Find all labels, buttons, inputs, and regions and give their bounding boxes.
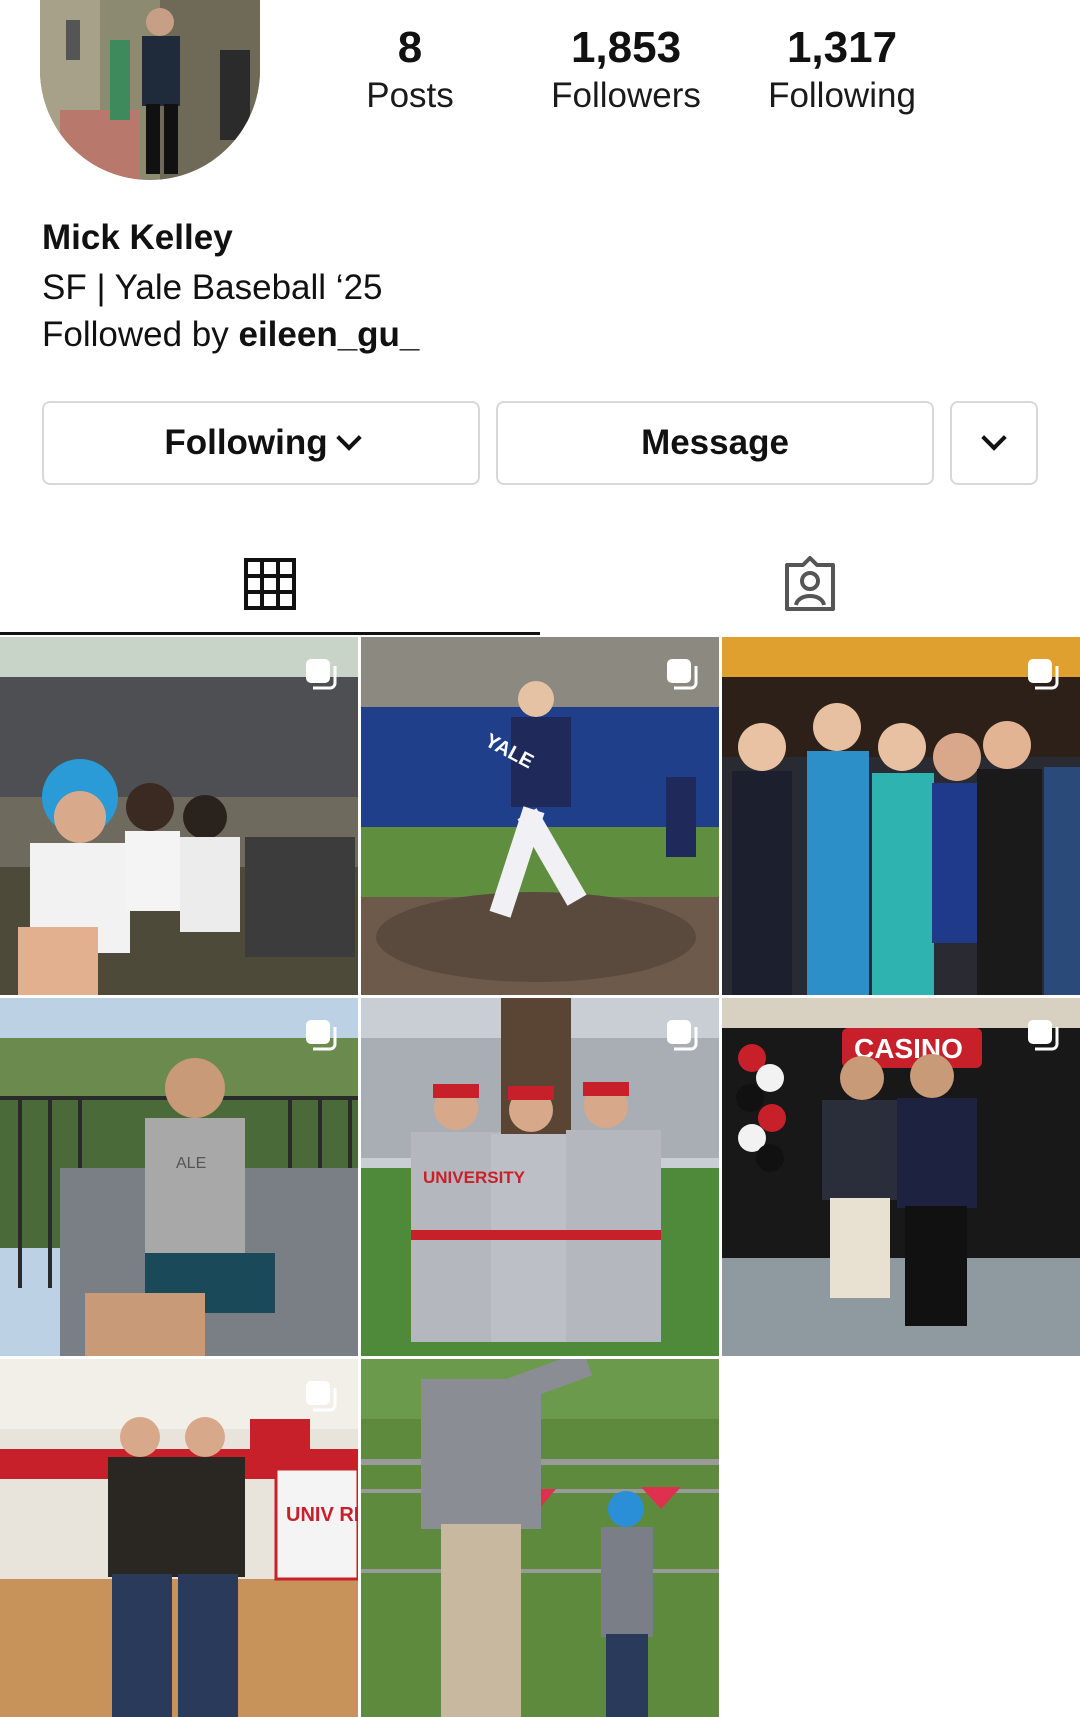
post-thumbnail[interactable]: ALE <box>0 998 358 1356</box>
post-thumbnail[interactable] <box>0 637 358 995</box>
tagged-person-icon <box>785 556 835 611</box>
post-thumbnail[interactable]: YALE <box>361 637 719 995</box>
tab-tagged[interactable] <box>540 536 1080 632</box>
post-overlay-text: ALE <box>176 1155 206 1172</box>
posts-count[interactable]: 8 Posts <box>355 22 465 118</box>
post-overlay-text: UNIV RED <box>286 1504 358 1526</box>
multiple-posts-icon <box>306 1020 337 1051</box>
post-thumbnail[interactable]: UNIV RED <box>0 1359 358 1717</box>
message-button[interactable]: Message <box>496 401 934 485</box>
followers-count-value: 1,853 <box>570 23 682 72</box>
message-button-label: Message <box>641 423 789 462</box>
profile-bio: SF | Yale Baseball ‘25 <box>42 268 383 307</box>
suggested-accounts-button[interactable] <box>950 401 1038 485</box>
avatar[interactable] <box>40 0 260 180</box>
following-count-label: Following <box>768 76 916 115</box>
profile-name: Mick Kelley <box>42 218 233 257</box>
posts-count-label: Posts <box>366 76 454 115</box>
tab-posts-grid[interactable] <box>0 536 540 635</box>
multiple-posts-icon <box>1028 1020 1059 1051</box>
chevron-down-icon <box>335 425 362 451</box>
followers-count-label: Followers <box>551 76 701 115</box>
followed-by[interactable]: Followed by eileen_gu_ <box>42 315 419 355</box>
multiple-posts-icon <box>667 659 698 690</box>
post-photo <box>361 1359 719 1717</box>
multiple-posts-icon <box>1028 659 1059 690</box>
post-overlay-text: UNIVERSITY <box>423 1168 526 1187</box>
grid-icon <box>244 558 296 610</box>
multiple-posts-icon <box>306 659 337 690</box>
multiple-posts-icon <box>306 1381 337 1412</box>
chevron-down-icon <box>981 425 1007 451</box>
following-button-label: Following <box>164 423 328 462</box>
multiple-posts-icon <box>667 1020 698 1051</box>
following-button[interactable]: Following <box>42 401 480 485</box>
post-thumbnail[interactable] <box>722 637 1080 995</box>
post-thumbnail[interactable]: CASINO <box>722 998 1080 1356</box>
posts-count-value: 8 <box>397 23 423 72</box>
post-thumbnail[interactable] <box>361 1359 719 1717</box>
post-thumbnail[interactable]: UNIVERSITY <box>361 998 719 1356</box>
following-count-value: 1,317 <box>786 23 898 72</box>
followers-count[interactable]: 1,853 Followers <box>540 22 712 118</box>
followed-by-user[interactable]: eileen_gu_ <box>238 315 419 354</box>
followed-by-prefix: Followed by <box>42 315 239 354</box>
following-count[interactable]: 1,317 Following <box>752 22 932 118</box>
